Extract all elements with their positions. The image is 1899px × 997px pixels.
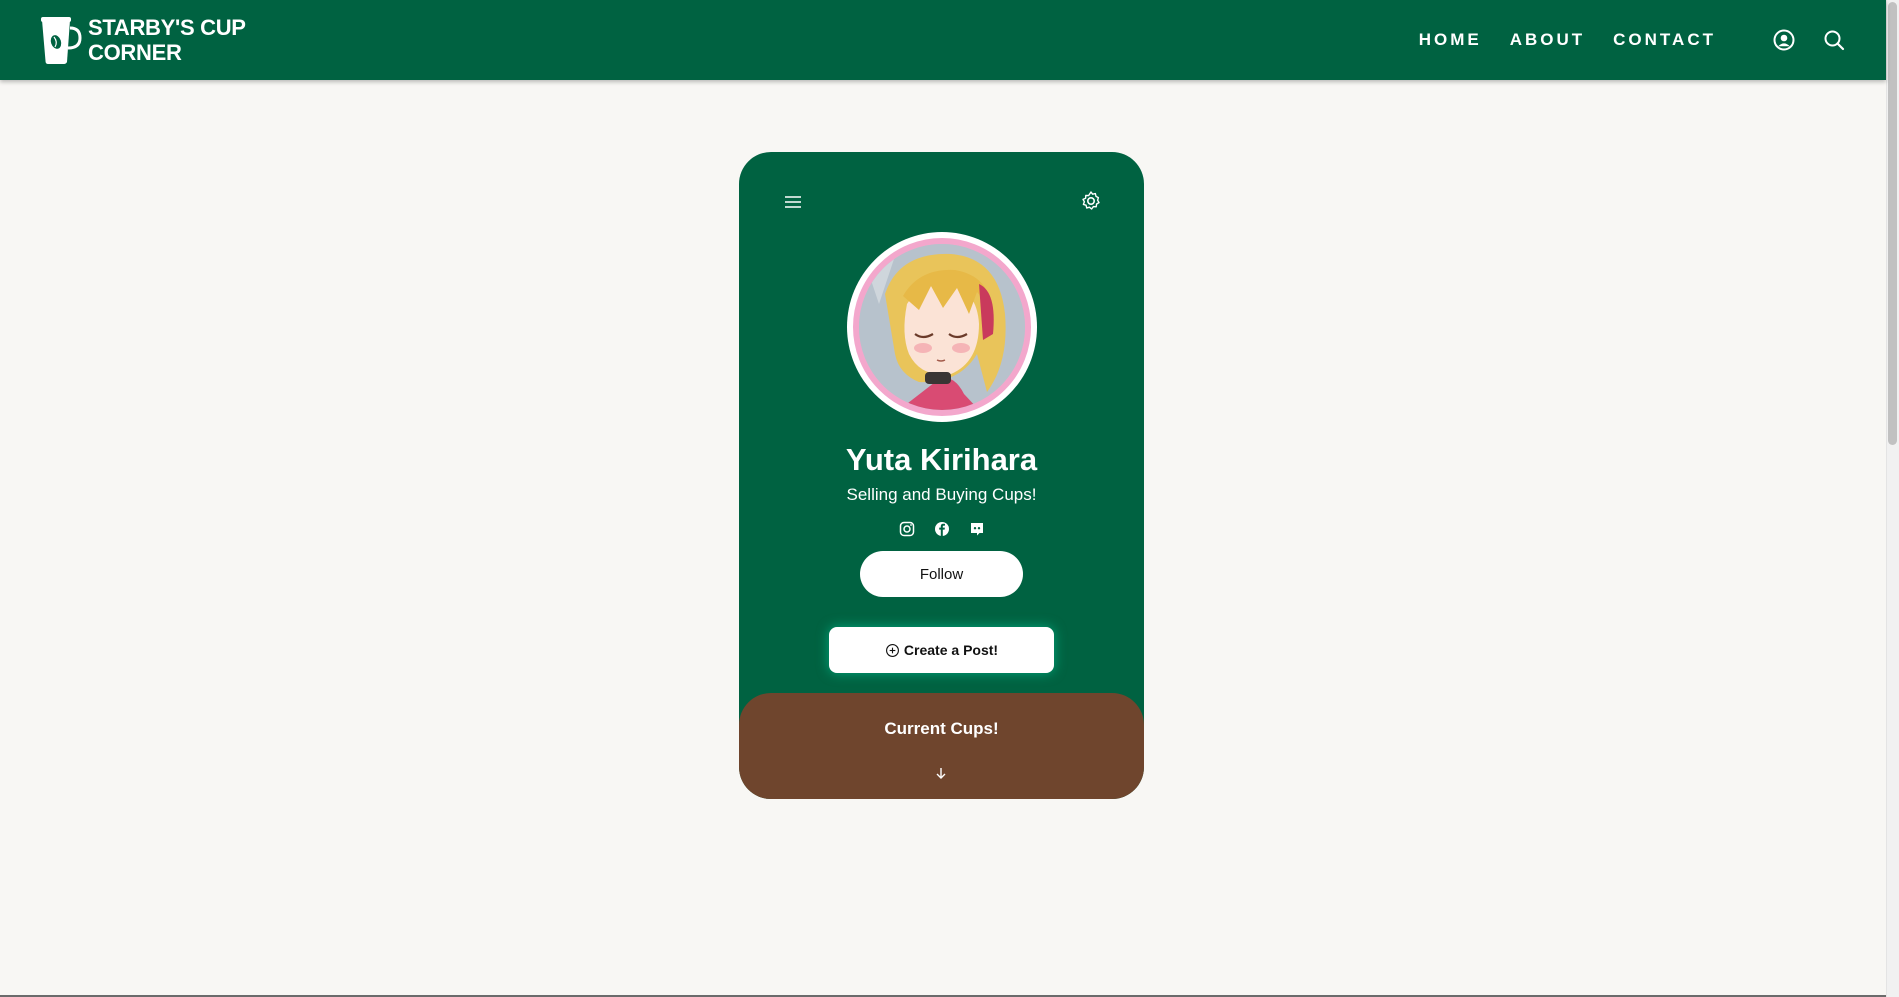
arrow-down-icon[interactable] (933, 765, 949, 781)
create-post-button[interactable]: Create a Post! (829, 627, 1054, 673)
scrollbar[interactable] (1886, 0, 1899, 997)
facebook-icon[interactable] (933, 520, 951, 538)
brand[interactable]: STARBY'S CUP CORNER (38, 14, 258, 66)
search-icon[interactable] (1822, 28, 1846, 52)
instagram-icon[interactable] (898, 520, 916, 538)
nav-contact-link[interactable]: CONTACT (1613, 30, 1716, 50)
avatar-illustration (859, 244, 1025, 410)
nav-about-link[interactable]: ABOUT (1510, 30, 1585, 50)
current-cups-panel: Current Cups! (739, 693, 1144, 799)
top-navbar: STARBY'S CUP CORNER HOME ABOUT CONTACT (0, 0, 1886, 80)
profile-tagline: Selling and Buying Cups! (846, 485, 1037, 504)
avatar-frame (847, 232, 1037, 422)
create-post-label: Create a Post! (903, 642, 999, 658)
nav-home-link[interactable]: HOME (1419, 30, 1482, 50)
profile-name: Yuta Kirihara (845, 442, 1038, 477)
current-cups-title: Current Cups! (884, 719, 999, 738)
main-nav: HOME ABOUT CONTACT (1419, 28, 1846, 52)
discord-icon[interactable] (968, 520, 986, 538)
cup-logo-icon (41, 17, 82, 64)
plus-circle-icon (885, 643, 899, 657)
user-circle-icon[interactable] (1772, 28, 1796, 52)
avatar[interactable] (853, 238, 1031, 416)
gear-icon[interactable] (1079, 189, 1103, 213)
menu-icon[interactable] (781, 190, 805, 214)
scrollbar-thumb[interactable] (1888, 2, 1897, 445)
social-links (739, 520, 1144, 538)
profile-card: Yuta Kirihara Selling and Buying Cups! F… (739, 152, 1144, 799)
brand-name: STARBY'S CUP CORNER (88, 15, 246, 65)
follow-button[interactable]: Follow (860, 551, 1023, 597)
